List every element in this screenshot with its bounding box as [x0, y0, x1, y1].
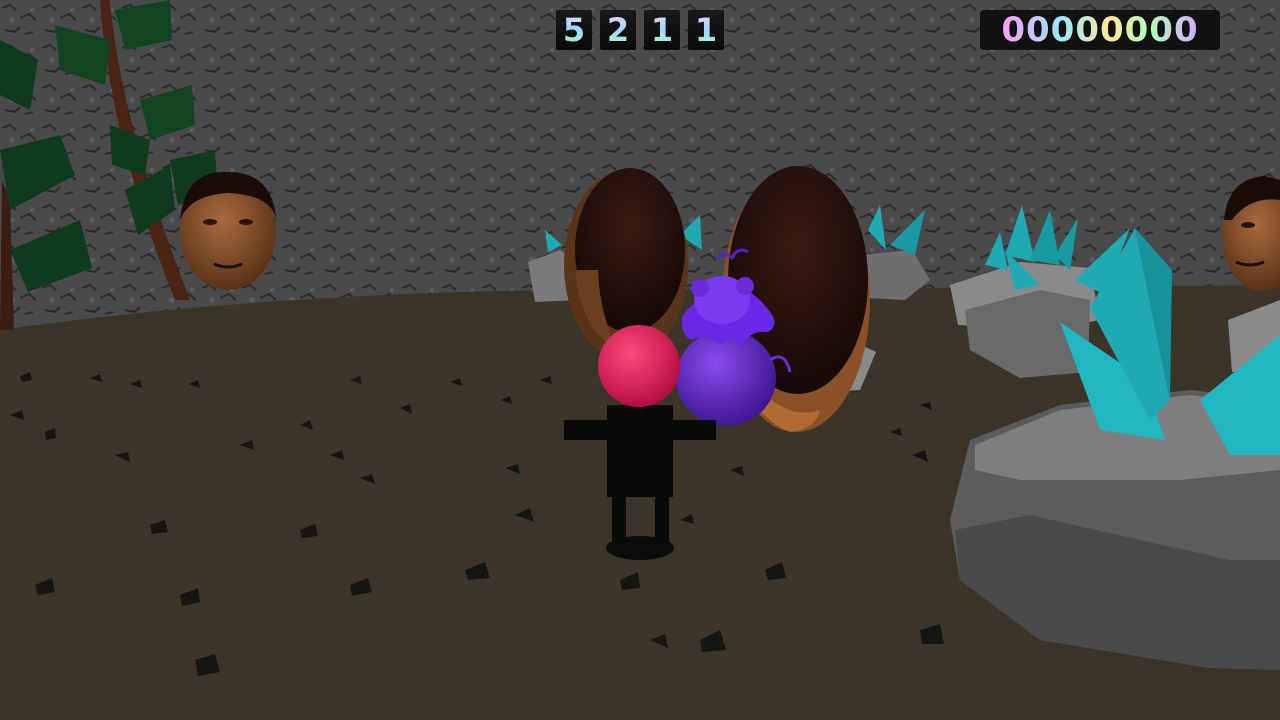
- lives-counter: 5 2 1 1: [556, 10, 724, 50]
- player-head: [598, 325, 680, 407]
- lives-digit: 2: [600, 10, 636, 50]
- score-counter: 00000000: [980, 10, 1220, 50]
- game-scene: [0, 0, 1280, 720]
- score-value: 00000000: [1001, 10, 1199, 50]
- lives-digit: 1: [688, 10, 724, 50]
- lives-digit: 5: [556, 10, 592, 50]
- lives-digit: 1: [644, 10, 680, 50]
- floating-head-left: [180, 171, 276, 290]
